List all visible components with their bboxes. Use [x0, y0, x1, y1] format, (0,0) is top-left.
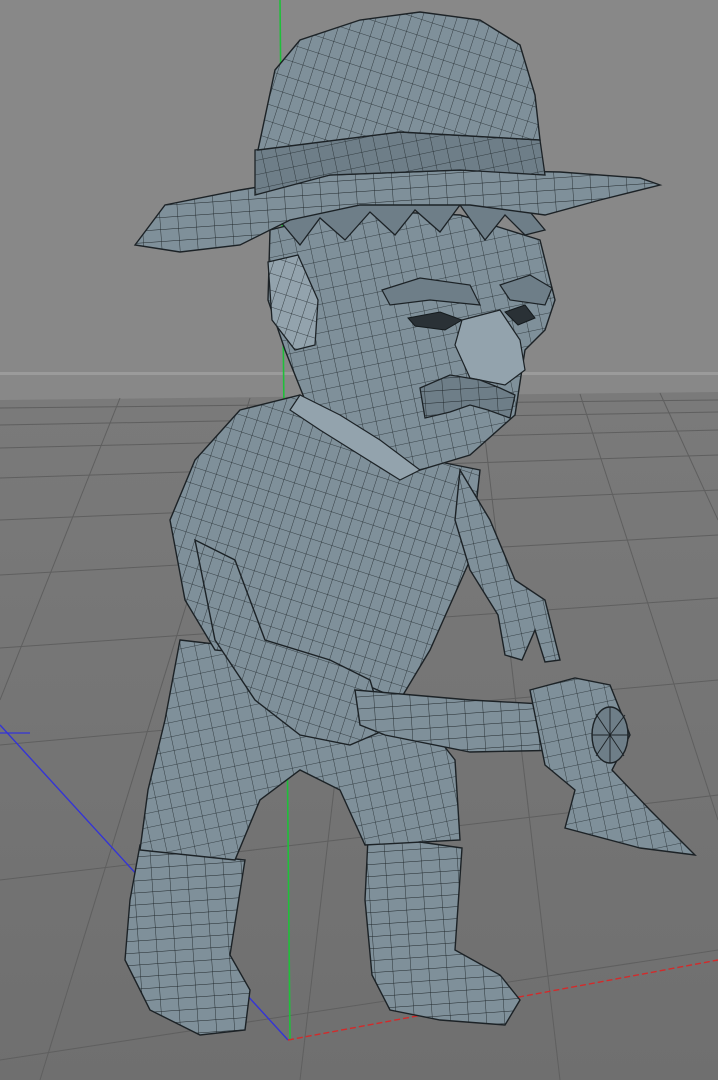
viewport-canvas[interactable] — [0, 0, 718, 1080]
3d-viewport[interactable] — [0, 0, 718, 1080]
